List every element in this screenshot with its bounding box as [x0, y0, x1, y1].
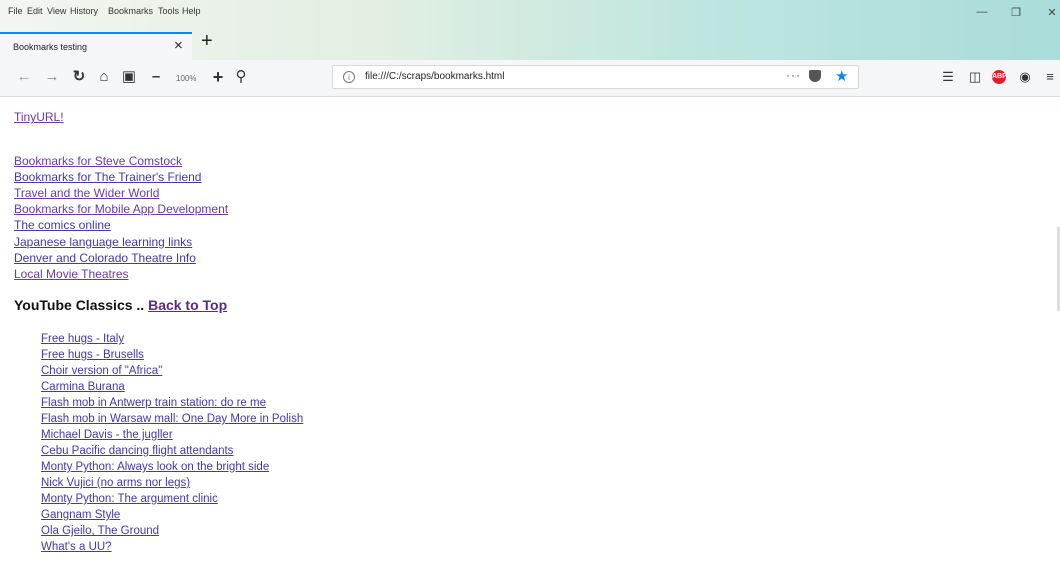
bookmark-link[interactable]: Denver and Colorado Theatre Info [14, 251, 196, 265]
zoom-level[interactable]: 100% [176, 74, 196, 83]
menu-help[interactable]: Help [182, 6, 201, 16]
reload-icon[interactable]: ↻ [69, 66, 89, 88]
library-icon[interactable]: ☰ [939, 68, 957, 86]
tab-bookmarks-testing[interactable]: Bookmarks testing × [0, 32, 192, 60]
url-text[interactable]: file:///C:/scraps/bookmarks.html [365, 71, 504, 82]
youtube-link[interactable]: What's a UU? [41, 541, 112, 553]
menu-view[interactable]: View [47, 6, 66, 16]
menu-bookmarks[interactable]: Bookmarks [108, 6, 153, 16]
youtube-link[interactable]: Monty Python: The argument clinic [41, 493, 218, 505]
bookmark-link[interactable]: Travel and the Wider World [14, 186, 159, 200]
menu-bar: File Edit View History Bookmarks Tools H… [0, 0, 1060, 26]
info-icon[interactable]: i [343, 71, 355, 83]
minimize-icon[interactable]: — [974, 6, 990, 18]
url-bar[interactable]: i file:///C:/scraps/bookmarks.html ··· ★ [332, 65, 859, 89]
bookmark-link[interactable]: The comics online [14, 218, 111, 232]
page-actions-icon[interactable]: ··· [786, 68, 801, 82]
youtube-link[interactable]: Choir version of "Africa" [41, 365, 162, 377]
new-tab-icon[interactable]: + [201, 30, 213, 53]
bookmark-star-icon[interactable]: ★ [835, 67, 848, 85]
youtube-link[interactable]: Monty Python: Always look on the bright … [41, 461, 269, 473]
tab-strip: Bookmarks testing × + [0, 26, 1060, 60]
tinyurl-link[interactable]: TinyURL! [14, 110, 64, 124]
pocket-icon[interactable] [809, 70, 821, 82]
zoom-out-icon[interactable]: – [146, 66, 166, 88]
bookmark-link[interactable]: Bookmarks for Steve Comstock [14, 154, 182, 168]
bookmark-link[interactable]: Bookmarks for Mobile App Development [14, 202, 228, 216]
youtube-link[interactable]: Carmina Burana [41, 381, 125, 393]
youtube-link[interactable]: Free hugs - Italy [41, 333, 124, 345]
youtube-link[interactable]: Gangnam Style [41, 509, 120, 521]
adblock-icon[interactable]: ABP [992, 70, 1007, 84]
zoom-in-icon[interactable]: + [208, 66, 228, 88]
youtube-link[interactable]: Cebu Pacific dancing flight attendants [41, 445, 233, 457]
restore-icon[interactable]: ❐ [1008, 6, 1024, 19]
search-icon[interactable]: ⚲ [231, 66, 251, 88]
section-title: YouTube Classics .. [14, 297, 145, 313]
menu-tools[interactable]: Tools [158, 6, 179, 16]
menu-history[interactable]: History [70, 6, 98, 16]
hamburger-menu-icon[interactable]: ≡ [1041, 68, 1059, 86]
tab-close-icon[interactable]: × [174, 37, 183, 54]
youtube-link[interactable]: Free hugs - Brusells [41, 349, 144, 361]
menu-edit[interactable]: Edit [27, 6, 43, 16]
bookmark-link[interactable]: Local Movie Theatres [14, 267, 129, 281]
youtube-link[interactable]: Ola Gjeilo, The Ground [41, 525, 159, 537]
nav-bar: ← → ↻ ⌂ ▣ – 100% + ⚲ i file:///C:/scraps… [0, 60, 1060, 96]
home-icon[interactable]: ⌂ [94, 66, 114, 88]
menu-file[interactable]: File [8, 6, 23, 16]
tab-title: Bookmarks testing [13, 42, 88, 52]
page-content: TinyURL! Bookmarks for Steve Comstock Bo… [0, 97, 1060, 570]
close-window-icon[interactable]: ✕ [1044, 6, 1060, 19]
back-to-top-link[interactable]: Back to Top [148, 297, 227, 313]
forward-arrow-icon[interactable]: → [42, 66, 62, 88]
youtube-link[interactable]: Flash mob in Warsaw mall: One Day More i… [41, 413, 303, 425]
youtube-link[interactable]: Nick Vujici (no arms nor legs) [41, 477, 190, 489]
screenshot-icon[interactable]: ▣ [119, 66, 139, 88]
browser-chrome: File Edit View History Bookmarks Tools H… [0, 0, 1060, 97]
youtube-link[interactable]: Flash mob in Antwerp train station: do r… [41, 397, 266, 409]
youtube-link[interactable]: Michael Davis - the jugller [41, 429, 173, 441]
sidebar-icon[interactable]: ◫ [966, 68, 984, 86]
back-arrow-icon[interactable]: ← [14, 66, 34, 88]
bookmark-link[interactable]: Bookmarks for The Trainer's Friend [14, 170, 201, 184]
bookmark-link[interactable]: Japanese language learning links [14, 235, 192, 249]
section-heading: YouTube Classics .. Back to Top [14, 297, 227, 313]
addon-icon[interactable]: ◉ [1016, 68, 1034, 86]
